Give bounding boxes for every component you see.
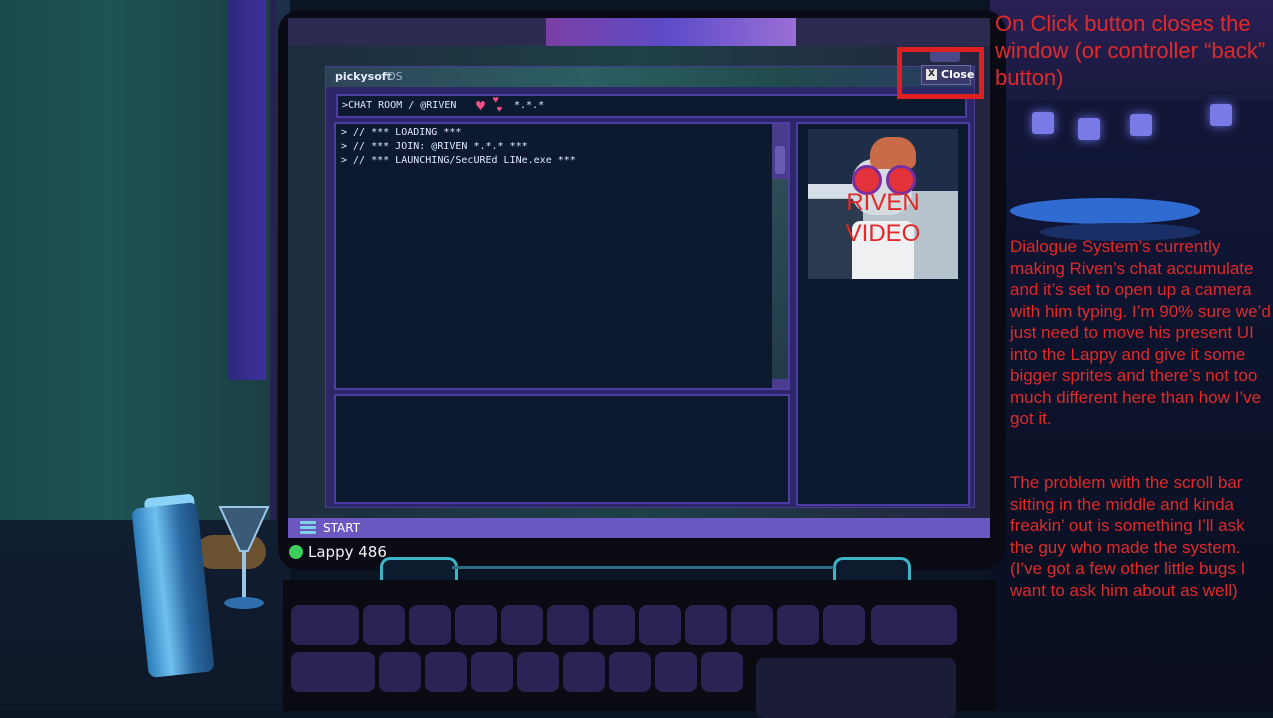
window-titlebar: pickysoft OS — [326, 67, 974, 87]
laptop-hinge — [833, 557, 911, 582]
annotation-close: On Click button closes the window (or co… — [995, 11, 1266, 90]
close-highlight-box — [897, 47, 984, 99]
keyboard-key[interactable] — [593, 605, 635, 645]
scene-table — [1010, 198, 1200, 224]
keyboard-key[interactable] — [363, 605, 405, 645]
riven-hair — [870, 137, 916, 169]
scene-lamp — [1210, 104, 1232, 126]
keyboard-key[interactable] — [501, 605, 543, 645]
annotation-dialogue: Dialogue System’s currently making Riven… — [1010, 237, 1271, 428]
laptop-hinge — [380, 557, 458, 582]
laptop-screen: pickysoft OS >CHAT ROOM / @RIVEN ♥ ♥ ♥ *… — [288, 18, 990, 538]
keyboard-key[interactable] — [471, 652, 513, 692]
chat-room-title: >CHAT ROOM / @RIVEN — [342, 100, 457, 111]
keyboard-key[interactable] — [455, 605, 497, 645]
device-name: Lappy 486 — [308, 543, 387, 561]
video-panel: RIVEN VIDEO — [796, 122, 970, 506]
keyboard-key[interactable] — [655, 652, 697, 692]
trackpad[interactable] — [756, 658, 956, 718]
taskbar: START — [288, 518, 990, 538]
video-label-line: VIDEO — [845, 220, 921, 247]
chat-log-line: > // *** LOADING *** — [341, 127, 462, 138]
scene-lamp — [1032, 112, 1054, 134]
os-brand-suffix: OS — [387, 70, 403, 83]
keyboard-key[interactable] — [291, 652, 375, 692]
annotation-scrollbar: The problem with the scroll bar sitting … — [1010, 473, 1246, 600]
laptop-hinge-bar — [452, 566, 834, 569]
keyboard-key[interactable] — [379, 652, 421, 692]
start-button[interactable]: START — [323, 518, 360, 538]
heart-icon: ♥ — [497, 105, 502, 114]
keyboard-key[interactable] — [701, 652, 743, 692]
chat-app-window: pickysoft OS >CHAT ROOM / @RIVEN ♥ ♥ ♥ *… — [325, 66, 975, 508]
chat-log-line: > // *** LAUNCHING/SecUREd LINe.exe *** — [341, 155, 576, 166]
chat-log-line: > // *** JOIN: @RIVEN *.*.* *** — [341, 141, 528, 152]
scene-lamp — [1130, 114, 1152, 136]
keyboard-key[interactable] — [609, 652, 651, 692]
riven-video: RIVEN VIDEO — [808, 129, 958, 279]
keyboard-key[interactable] — [517, 652, 559, 692]
keyboard-key[interactable] — [685, 605, 727, 645]
chat-log: > // *** LOADING *** > // *** JOIN: @RIV… — [334, 122, 790, 390]
keyboard-key[interactable] — [563, 652, 605, 692]
keyboard-key[interactable] — [871, 605, 957, 645]
os-brand: pickysoft — [335, 70, 392, 83]
video-label-line: RIVEN — [846, 189, 920, 216]
scene-lamp — [1078, 118, 1100, 140]
status-dot-icon — [289, 545, 303, 559]
chat-room-header: >CHAT ROOM / @RIVEN ♥ ♥ ♥ *.*.* — [336, 94, 967, 118]
video-placeholder-label: RIVEN VIDEO — [808, 187, 958, 249]
scene-glass — [218, 506, 270, 609]
chat-scrollbar-gradient — [772, 179, 788, 379]
scene-pillar — [228, 0, 266, 380]
keyboard-key[interactable] — [639, 605, 681, 645]
keyboard-key[interactable] — [409, 605, 451, 645]
screen-top-strip — [546, 18, 796, 46]
keyboard — [283, 580, 996, 718]
keyboard-key[interactable] — [291, 605, 359, 645]
heart-icon: ♥ — [476, 97, 486, 115]
chat-room-suffix: *.*.* — [514, 100, 545, 111]
start-menu-icon[interactable] — [300, 521, 316, 535]
chat-scrollbar-thumb[interactable] — [775, 146, 785, 174]
chat-input-area[interactable] — [334, 394, 790, 504]
keyboard-key[interactable] — [823, 605, 865, 645]
keyboard-key[interactable] — [777, 605, 819, 645]
keyboard-key[interactable] — [425, 652, 467, 692]
keyboard-key[interactable] — [731, 605, 773, 645]
keyboard-key[interactable] — [547, 605, 589, 645]
